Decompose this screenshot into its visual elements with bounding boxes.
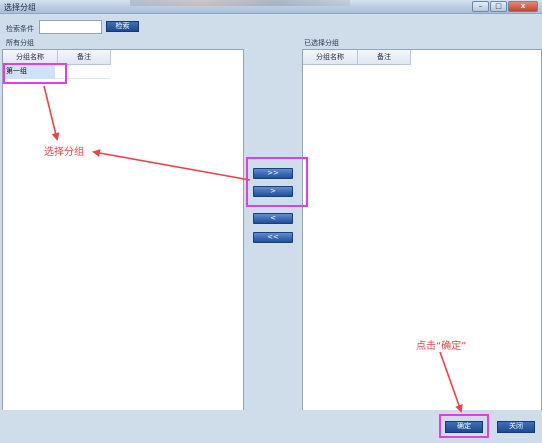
title-bar: 选择分组 – □ x — [0, 0, 542, 14]
selected-groups-header: 分组名称 备注 — [303, 50, 411, 65]
annotation-select-group: 选择分组 — [44, 147, 84, 158]
minimize-button[interactable]: – — [472, 1, 489, 12]
remove-selected-button[interactable]: < — [253, 213, 293, 224]
column-header-group-name[interactable]: 分组名称 — [303, 50, 358, 65]
selected-groups-table[interactable]: 分组名称 备注 — [302, 49, 542, 411]
annotation-click-ok: 点击“确定” — [416, 341, 467, 352]
close-button[interactable]: 关闭 — [497, 421, 535, 433]
highlight-ok-button — [439, 414, 489, 438]
highlight-group-row — [3, 63, 67, 84]
window-controls: – □ x — [472, 1, 538, 12]
search-input[interactable] — [39, 20, 102, 34]
window-title: 选择分组 — [4, 3, 36, 12]
selected-groups-label: 已选择分组 — [304, 39, 339, 47]
remove-all-button[interactable]: << — [253, 232, 293, 243]
highlight-add-buttons — [246, 157, 308, 207]
close-window-button[interactable]: x — [508, 1, 538, 12]
column-header-note[interactable]: 备注 — [358, 50, 411, 65]
maximize-button[interactable]: □ — [490, 1, 507, 12]
search-label: 检索条件 — [6, 25, 34, 33]
all-groups-table[interactable]: 分组名称 备注 第一组 — [2, 49, 244, 411]
search-button[interactable]: 检索 — [106, 21, 139, 32]
all-groups-label: 所有分组 — [6, 39, 34, 47]
title-bar-background — [130, 0, 350, 6]
